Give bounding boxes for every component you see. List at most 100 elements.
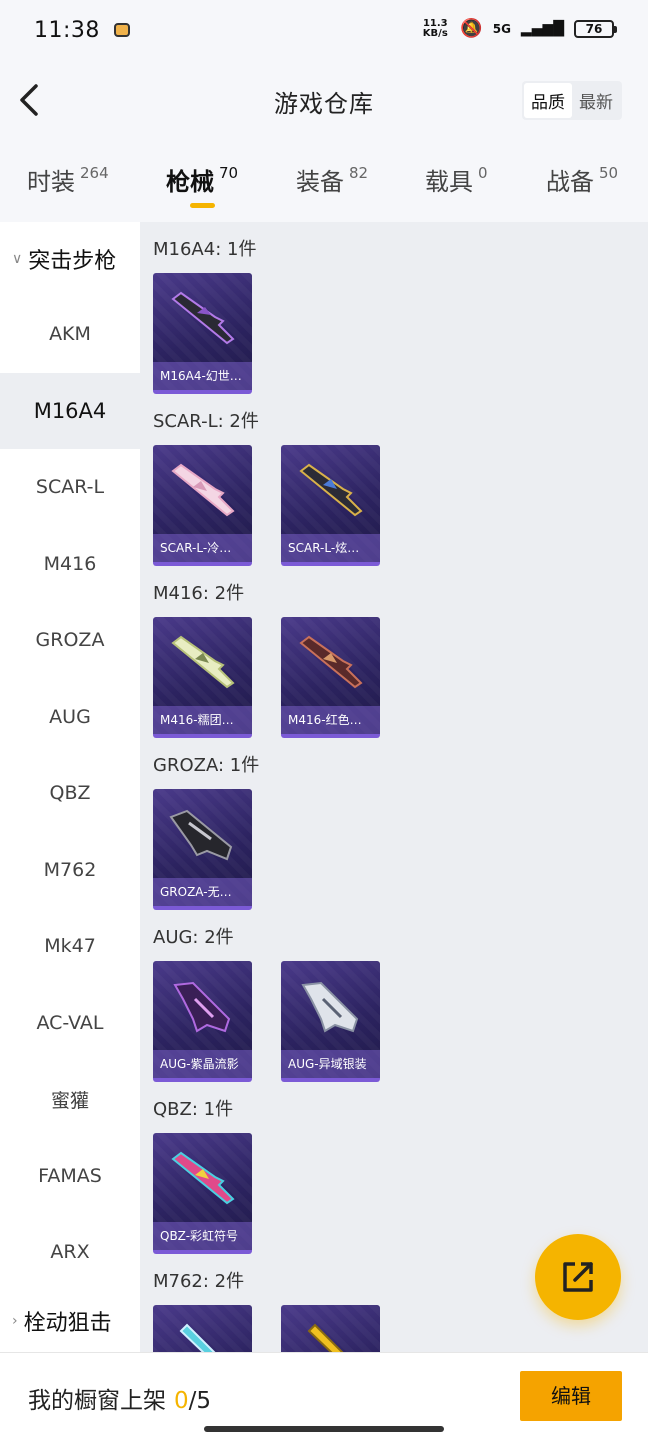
sidebar-item-aug[interactable]: AUG [0, 679, 140, 756]
sidebar-item-scar-l[interactable]: SCAR-L [0, 449, 140, 526]
header: 游戏仓库 品质 最新 [0, 60, 648, 142]
active-tab-indicator [190, 203, 215, 208]
tab-count: 264 [80, 164, 109, 182]
network-speed: 11.3 KB/s [422, 17, 448, 39]
tab-label: 战备 [546, 168, 594, 196]
tab-vehicles[interactable]: 载具 0 [425, 162, 488, 197]
weapon-card[interactable]: M416-红色… [281, 617, 380, 738]
rifle-icon [307, 1323, 344, 1352]
tab-fashion[interactable]: 时装 264 [27, 162, 109, 197]
chevron-down-icon: ∨ [12, 251, 23, 267]
warehouse-page: 11:38 11.3 KB/s 🔕 5G ▂▄▆█ 76 游戏仓库 品质 最新 … [0, 0, 648, 1440]
group-cards: AUG-紫晶流影 AUG-异域银装 [153, 961, 648, 1082]
weapon-card[interactable]: QBZ-彩虹符号 [153, 1133, 252, 1254]
weapon-card[interactable]: AUG-异域银装 [281, 961, 380, 1082]
group-title: AUG: 2件 [153, 927, 234, 948]
weapon-card[interactable]: M416-糯团… [153, 617, 252, 738]
rifle-icon [169, 809, 233, 861]
tab-firearms[interactable]: 枪械 70 [166, 162, 238, 197]
sidebar-item-akm[interactable]: AKM [0, 296, 140, 373]
sidebar-item-m416[interactable]: M416 [0, 526, 140, 603]
rifle-icon [171, 1151, 235, 1205]
rifle-icon [173, 981, 231, 1033]
category-bolt-action[interactable]: › 栓动狙击 [0, 1291, 140, 1351]
shelf-label: 我的橱窗上架 [28, 1388, 166, 1414]
sidebar-item-qbz[interactable]: QBZ [0, 755, 140, 832]
tab-label: 时装 [27, 168, 75, 196]
tab-count: 0 [478, 164, 488, 182]
weapon-card[interactable] [153, 1305, 252, 1352]
sidebar-item-m762[interactable]: M762 [0, 832, 140, 909]
weapon-name: QBZ-彩虹符号 [153, 1222, 252, 1250]
group-title: SCAR-L: 2件 [153, 411, 259, 432]
weapon-name: AUG-异域银装 [281, 1050, 380, 1078]
weapon-sidebar: ∨ 突击步枪 AKM M16A4 SCAR-L M416 GROZA AUG Q… [0, 222, 140, 1352]
share-button[interactable] [535, 1234, 621, 1320]
tab-supplies[interactable]: 战备 50 [546, 162, 618, 197]
rifle-icon [179, 1323, 216, 1352]
weapon-name: AUG-紫晶流影 [153, 1050, 252, 1078]
sort-toggle[interactable]: 品质 最新 [522, 81, 622, 120]
weapon-name: M416-红色… [281, 706, 380, 734]
status-time: 11:38 [34, 17, 100, 43]
tab-count: 82 [349, 164, 369, 182]
sidebar-item-honey-badger[interactable]: 蜜獾 [0, 1061, 140, 1138]
weapon-card[interactable]: GROZA-无… [153, 789, 252, 910]
bottom-bar: 我的橱窗上架 0/5 编辑 [0, 1352, 648, 1440]
chevron-left-icon[interactable] [14, 80, 54, 120]
status-indicators: 11.3 KB/s 🔕 5G ▂▄▆█ 76 [420, 17, 617, 39]
rifle-icon [301, 981, 359, 1033]
weapon-name: M16A4-幻世… [153, 362, 252, 390]
shelf-current-count: 0 [174, 1388, 189, 1414]
notification-icon [113, 23, 130, 37]
sidebar-item-arx[interactable]: ARX [0, 1214, 140, 1291]
group-title: M16A4: 1件 [153, 239, 257, 260]
rifle-icon [171, 635, 235, 689]
tab-count: 70 [219, 164, 239, 182]
sidebar-item-famas[interactable]: FAMAS [0, 1138, 140, 1215]
sidebar-item-m16a4[interactable]: M16A4 [0, 372, 140, 449]
category-assault-rifles[interactable]: ∨ 突击步枪 [0, 222, 140, 296]
signal-label: 5G [492, 21, 511, 36]
rifle-icon [171, 291, 235, 345]
sidebar-item-mk47[interactable]: Mk47 [0, 908, 140, 985]
rifle-icon [299, 635, 363, 689]
sort-option-quality[interactable]: 品质 [524, 83, 572, 118]
sidebar-item-ac-val[interactable]: AC-VAL [0, 985, 140, 1062]
edit-button[interactable]: 编辑 [520, 1371, 622, 1421]
weapon-card[interactable]: SCAR-L-炫… [281, 445, 380, 566]
shelf-total: /5 [188, 1388, 212, 1414]
weapon-name: SCAR-L-冷… [153, 534, 252, 562]
group-cards: M416-糯团… M416-红色… [153, 617, 648, 738]
sort-option-latest[interactable]: 最新 [572, 83, 620, 118]
weapon-name: GROZA-无… [153, 878, 252, 906]
tab-equipment[interactable]: 装备 82 [296, 162, 368, 197]
weapon-card[interactable]: AUG-紫晶流影 [153, 961, 252, 1082]
signal-icon: ▂▄▆█ [520, 20, 564, 37]
status-bar: 11:38 11.3 KB/s 🔕 5G ▂▄▆█ 76 [0, 0, 648, 60]
tab-label: 载具 [425, 168, 473, 196]
shelf-status: 我的橱窗上架 0/5 [28, 1381, 211, 1415]
weapon-grid: M16A4: 1件 M16A4-幻世… SCAR-L: 2件 SCAR-L-冷…… [140, 222, 648, 1352]
share-icon [563, 1262, 593, 1292]
sidebar-item-groza[interactable]: GROZA [0, 602, 140, 679]
weapon-name: SCAR-L-炫… [281, 534, 380, 562]
chevron-right-icon: › [12, 1312, 18, 1329]
category-label: 突击步枪 [28, 249, 117, 274]
group-title: QBZ: 1件 [153, 1099, 234, 1120]
tab-count: 50 [599, 164, 619, 182]
group-cards: GROZA-无… [153, 789, 648, 910]
home-indicator[interactable] [204, 1426, 444, 1432]
battery-icon: 76 [574, 19, 617, 38]
group-title: M416: 2件 [153, 583, 245, 604]
group-cards: SCAR-L-冷… SCAR-L-炫… [153, 445, 648, 566]
weapon-card[interactable] [281, 1305, 380, 1352]
tab-label: 枪械 [166, 168, 214, 196]
group-cards: M16A4-幻世… [153, 273, 648, 394]
category-label: 栓动狙击 [23, 1310, 112, 1336]
tab-label: 装备 [296, 168, 344, 196]
group-title: GROZA: 1件 [153, 755, 260, 776]
weapon-card[interactable]: SCAR-L-冷… [153, 445, 252, 566]
weapon-card[interactable]: M16A4-幻世… [153, 273, 252, 394]
mute-icon: 🔕 [460, 18, 483, 39]
